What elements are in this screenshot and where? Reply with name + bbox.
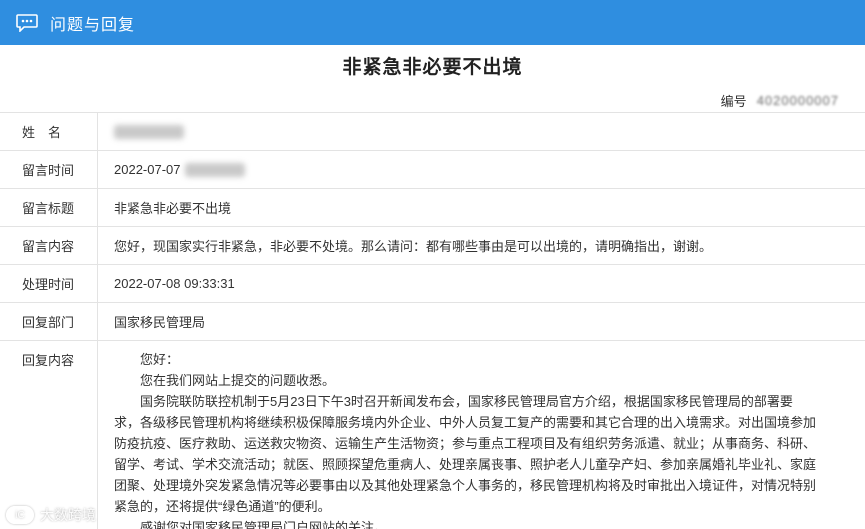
row-name: 姓 名 [0, 113, 865, 151]
header-bar: 问题与回复 [0, 0, 865, 45]
serial-label: 编号 [720, 94, 747, 109]
reply-line: 紧急的，还将提供“绿色通道”的便利。 [114, 499, 331, 514]
message-title-value: 非紧急非必要不出境 [114, 201, 232, 216]
message-content-value: 您好，现国家实行非紧急，非必要不处境。那么请问：都有哪些事由是可以出境的，请明确… [114, 239, 713, 254]
reply-line: 国务院联防联控机制于5月23日下午3时召开新闻发布会，国家移民管理局官方介绍，根… [140, 394, 793, 409]
message-time-value: 2022-07-07 [98, 151, 865, 188]
header-title: 问题与回复 [50, 16, 136, 34]
process-time-label: 处理时间 [0, 265, 98, 302]
reply-line: 感谢您对国家移民管理局门户网站的关注。 [140, 520, 388, 529]
reply-content-value: 您好： 您在我们网站上提交的问题收悉。 国务院联防联控机制于5月23日下午3时召… [98, 341, 865, 529]
detail-table: 姓 名 留言时间 2022-07-07 留言标题 非紧急非必要不出境 留言内容 … [0, 112, 865, 529]
watermark: iC 大数跨境 [6, 505, 96, 525]
reply-dept-value: 国家移民管理局 [114, 315, 206, 330]
message-content-label: 留言内容 [0, 227, 98, 264]
reply-line: 留学、考试、学术交流活动；就医、照顾探望危重病人、处理亲属丧事、照护老人儿童孕产… [114, 457, 817, 472]
row-process-time: 处理时间 2022-07-08 09:33:31 [0, 265, 865, 303]
reply-line: 团聚、处理境外突发紧急情况等必要事由以及其他处理紧急个人事务的，移民管理机构将及… [114, 478, 817, 493]
serial-value: 4020000007 [756, 93, 839, 108]
row-message-content: 留言内容 您好，现国家实行非紧急，非必要不处境。那么请问：都有哪些事由是可以出境… [0, 227, 865, 265]
message-icon [16, 13, 38, 33]
row-message-title: 留言标题 非紧急非必要不出境 [0, 189, 865, 227]
redacted-name [114, 124, 184, 139]
reply-line: 防疫抗疫、医疗救助、运送救灾物资、运输生产生活物资；参与重点工程项目及有组织劳务… [114, 436, 817, 451]
reply-line: 求，各级移民管理机构将继续积极保障服务境内外企业、中外人员复工复产的需要和其它合… [114, 415, 817, 430]
name-label: 姓 名 [0, 113, 98, 150]
row-message-time: 留言时间 2022-07-07 [0, 151, 865, 189]
serial-number: 编号 4020000007 [721, 91, 839, 110]
watermark-text: 大数跨境 [40, 507, 96, 523]
reply-dept-label: 回复部门 [0, 303, 98, 340]
page-title: 非紧急非必要不出境 [342, 57, 523, 78]
reply-content-label: 回复内容 [0, 341, 98, 529]
watermark-badge: iC [6, 506, 34, 524]
redacted-time [184, 162, 245, 177]
row-reply-dept: 回复部门 国家移民管理局 [0, 303, 865, 341]
process-time-value: 2022-07-08 09:33:31 [114, 276, 235, 291]
message-title-label: 留言标题 [0, 189, 98, 226]
message-time-text: 2022-07-07 [114, 162, 181, 177]
row-reply-content: 回复内容 您好： 您在我们网站上提交的问题收悉。 国务院联防联控机制于5月23日… [0, 341, 865, 529]
reply-greeting: 您好： [140, 352, 180, 367]
reply-line: 您在我们网站上提交的问题收悉。 [140, 373, 336, 388]
name-value [98, 113, 865, 150]
message-time-label: 留言时间 [0, 151, 98, 188]
